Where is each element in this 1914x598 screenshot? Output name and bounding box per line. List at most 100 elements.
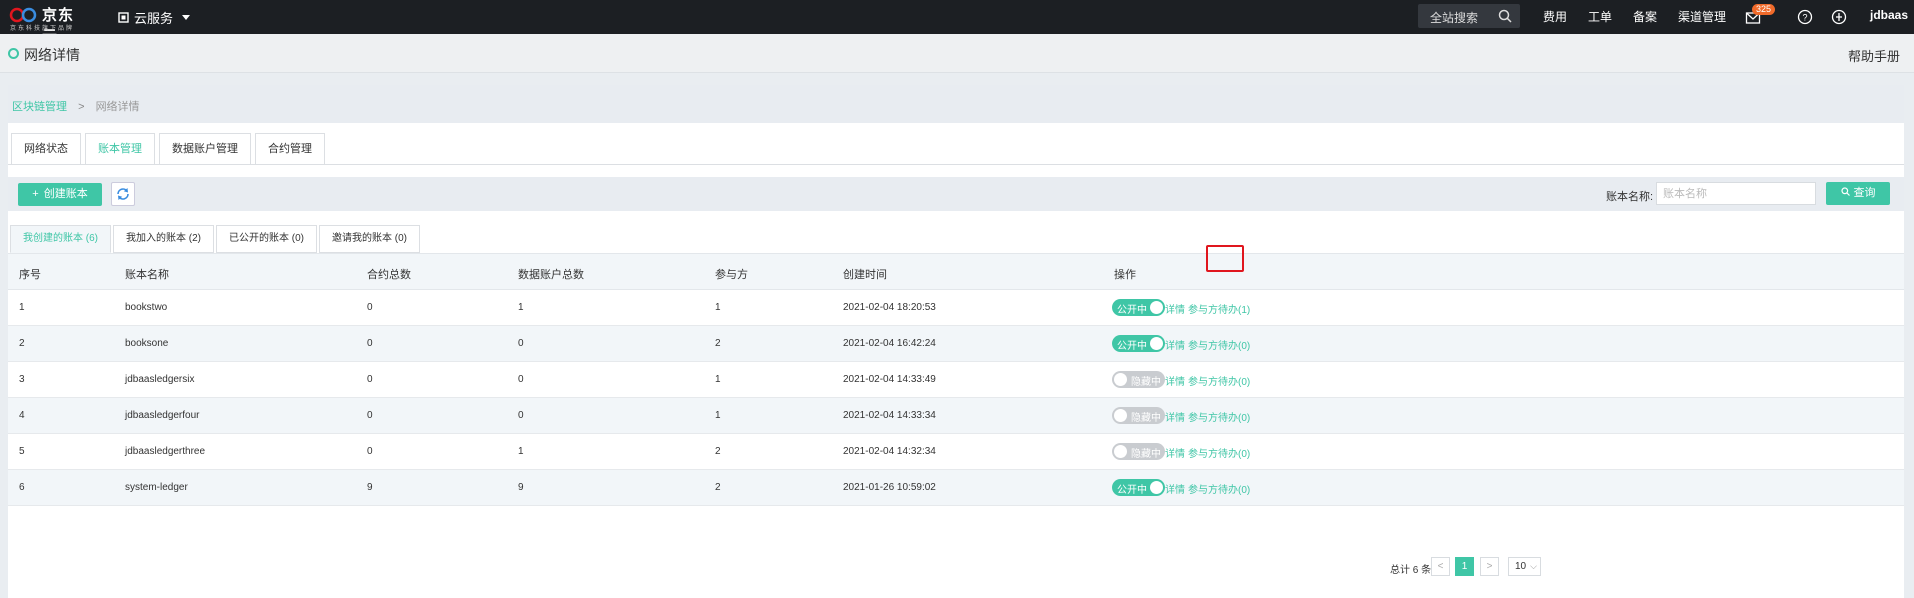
logo-rings-icon — [9, 7, 37, 23]
pagination-page-1[interactable]: 1 — [1455, 557, 1474, 576]
subtab-joined-ledgers[interactable]: 我加入的账本 (2) — [113, 225, 214, 253]
row-contract-count: 9 — [367, 482, 373, 493]
visibility-toggle-label: 隐藏中 — [1131, 449, 1161, 460]
refresh-icon — [117, 188, 129, 200]
participants-link[interactable]: 参与方 — [1188, 445, 1218, 460]
tab-network-status[interactable]: 网络状态 — [11, 133, 81, 165]
todo-link[interactable]: 待办(1) — [1218, 301, 1250, 316]
breadcrumb-bar: 区块链管理 > 网络详情 — [8, 85, 1904, 123]
visibility-toggle[interactable]: 隐藏中 — [1112, 443, 1165, 460]
row-created-time: 2021-02-04 14:33:49 — [843, 374, 936, 385]
subtab-invited-ledgers[interactable]: 邀请我的账本 (0) — [319, 225, 420, 253]
feedback-icon[interactable] — [1831, 9, 1847, 25]
help-manual-link[interactable]: 帮助手册 — [1848, 46, 1900, 65]
column-header-accounts: 数据账户总数 — [518, 269, 584, 281]
nav-billing-link[interactable]: 费用 — [1543, 8, 1567, 25]
table-row: 3 jdbaasledgersix 0 0 1 2021-02-04 14:33:49 隐藏… — [8, 362, 1904, 398]
pagination-total: 总计 6 条 — [1390, 565, 1432, 576]
visibility-toggle[interactable]: 隐藏中 — [1112, 371, 1165, 388]
detail-link[interactable]: 详情 — [1165, 337, 1185, 352]
row-index: 2 — [19, 338, 25, 349]
participants-link[interactable]: 参与方 — [1188, 481, 1218, 496]
column-header-contracts: 合约总数 — [367, 269, 411, 281]
detail-link[interactable]: 详情 — [1165, 481, 1185, 496]
todo-link[interactable]: 待办(0) — [1218, 481, 1250, 496]
global-search[interactable]: 全站搜索 — [1418, 4, 1520, 28]
ledger-name-input[interactable] — [1656, 182, 1816, 205]
row-contract-count: 0 — [367, 338, 373, 349]
todo-link[interactable]: 待办(0) — [1218, 445, 1250, 460]
tab-ledger-management[interactable]: 账本管理 — [85, 133, 155, 165]
column-header-participants: 参与方 — [715, 269, 748, 281]
username[interactable]: jdbaas — [1870, 8, 1908, 22]
todo-link[interactable]: 待办(0) — [1218, 409, 1250, 424]
row-index: 1 — [19, 302, 25, 313]
row-ledger-name: booksone — [125, 338, 169, 349]
row-ledger-name: jdbaasledgersix — [125, 374, 195, 385]
nav-channel-link[interactable]: 渠道管理 — [1678, 8, 1726, 25]
row-account-count: 0 — [518, 338, 524, 349]
query-button[interactable]: 查询 — [1826, 182, 1890, 205]
cloud-service-menu[interactable]: 云服务 — [118, 8, 191, 27]
participants-link[interactable]: 参与方 — [1188, 409, 1218, 424]
detail-link[interactable]: 详情 — [1165, 409, 1185, 424]
row-contract-count: 0 — [367, 410, 373, 421]
create-ledger-button[interactable]: + 创建账本 — [18, 183, 102, 206]
row-ledger-name: jdbaasledgerthree — [125, 446, 206, 457]
participants-link[interactable]: 参与方 — [1188, 337, 1218, 352]
search-icon — [1840, 187, 1850, 196]
row-created-time: 2021-02-04 14:32:34 — [843, 446, 936, 457]
toggle-knob — [1114, 373, 1127, 386]
detail-link[interactable]: 详情 — [1165, 445, 1185, 460]
cloud-service-label: 云服务 — [134, 11, 174, 26]
visibility-toggle[interactable]: 隐藏中 — [1112, 407, 1165, 424]
page-size-select[interactable]: 10 ⌵ — [1508, 557, 1541, 576]
tab-data-account-management[interactable]: 数据账户管理 — [159, 133, 251, 165]
visibility-toggle-label: 公开中 — [1117, 341, 1147, 352]
create-ledger-label: 创建账本 — [43, 188, 88, 200]
visibility-toggle-label: 隐藏中 — [1131, 413, 1161, 424]
page-size-value: 10 — [1515, 561, 1527, 572]
detail-link[interactable]: 详情 — [1165, 373, 1185, 388]
subtab-public-ledgers[interactable]: 已公开的账本 (0) — [216, 225, 317, 253]
todo-link[interactable]: 待办(0) — [1218, 337, 1250, 352]
refresh-button[interactable] — [111, 182, 135, 206]
top-navbar: 京东云 京东科技旗下品牌 云服务 全站搜索 费用 工单 备案 渠道管理 325 … — [0, 0, 1914, 45]
breadcrumb-root[interactable]: 区块链管理 — [12, 101, 67, 113]
search-icon[interactable] — [1498, 9, 1512, 23]
column-header-actions: 操作 — [1114, 269, 1136, 281]
pagination-next-button[interactable]: > — [1480, 557, 1499, 576]
row-participant-count: 2 — [715, 338, 721, 349]
detail-link[interactable]: 详情 — [1165, 301, 1185, 316]
nav-ticket-link[interactable]: 工单 — [1588, 8, 1612, 25]
nav-filing-link[interactable]: 备案 — [1633, 8, 1657, 25]
row-participant-count: 1 — [715, 302, 721, 313]
help-circle-icon[interactable]: ? — [1797, 9, 1813, 25]
breadcrumb-separator: > — [78, 101, 85, 113]
page-title: 网络详情 — [24, 47, 80, 63]
visibility-toggle[interactable]: 公开中 — [1112, 479, 1165, 496]
visibility-toggle[interactable]: 公开中 — [1112, 299, 1165, 316]
row-index: 5 — [19, 446, 25, 457]
visibility-toggle-label: 公开中 — [1117, 485, 1147, 496]
subtab-created-ledgers[interactable]: 我创建的账本 (6) — [10, 225, 111, 253]
plus-icon: + — [32, 188, 39, 200]
participants-link[interactable]: 参与方 — [1188, 373, 1218, 388]
highlight-box — [1206, 245, 1244, 272]
ledger-subtabs: 我创建的账本 (6) 我加入的账本 (2) 已公开的账本 (0) 邀请我的账本 … — [10, 225, 422, 253]
pagination-prev-button[interactable]: < — [1431, 557, 1450, 576]
row-index: 3 — [19, 374, 25, 385]
toggle-knob — [1150, 301, 1163, 314]
column-header-name: 账本名称 — [125, 269, 169, 281]
query-label: 查询 — [1853, 187, 1876, 199]
row-participant-count: 1 — [715, 410, 721, 421]
tab-contract-management[interactable]: 合约管理 — [255, 133, 325, 165]
ledger-name-filter-label: 账本名称: — [1606, 191, 1654, 203]
participants-link[interactable]: 参与方 — [1188, 301, 1218, 316]
jd-cloud-logo[interactable]: 京东云 京东科技旗下品牌 — [8, 3, 88, 45]
visibility-toggle[interactable]: 公开中 — [1112, 335, 1165, 352]
main-panel: 区块链管理 > 网络详情 网络状态 账本管理 数据账户管理 合约管理 + 创建账本… — [8, 85, 1904, 598]
row-created-time: 2021-01-26 10:59:02 — [843, 482, 936, 493]
ledger-toolbar: + 创建账本 账本名称: 查询 — [8, 177, 1904, 211]
todo-link[interactable]: 待办(0) — [1218, 373, 1250, 388]
